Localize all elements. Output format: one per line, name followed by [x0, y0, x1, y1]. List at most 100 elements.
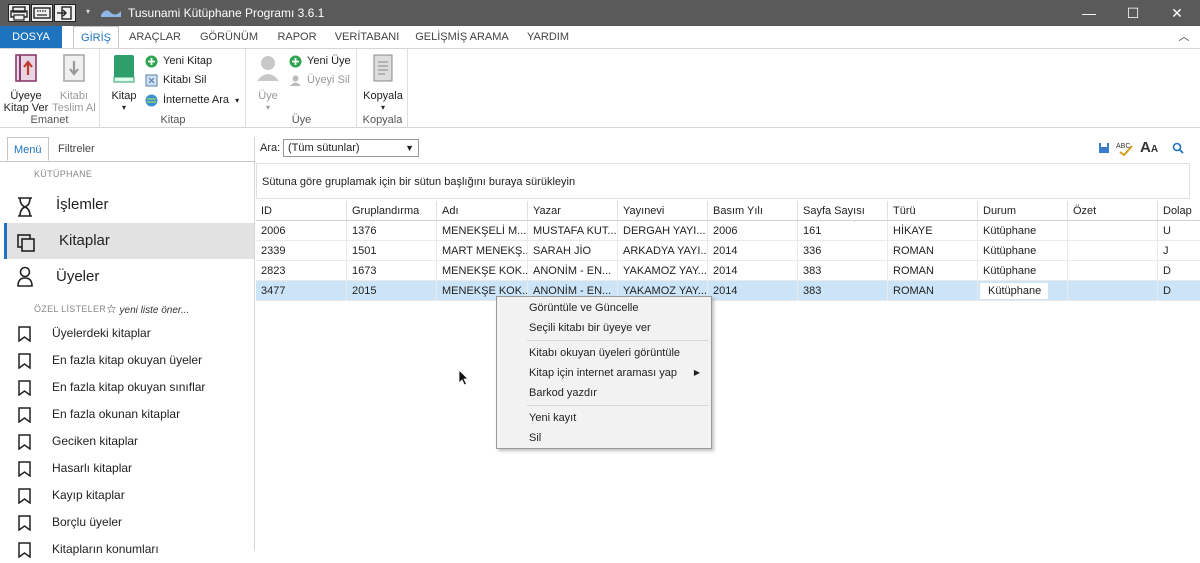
cell-yazar: ANONİM - EN...: [528, 261, 618, 281]
table-row-selected[interactable]: 3477 2015 MENEKŞE KOK... ANONİM - EN... …: [256, 281, 1200, 301]
grid-toolbar: Ara: (Tüm sütunlar) ▼ ABC AA: [256, 137, 1200, 161]
save-icon[interactable]: [1098, 142, 1110, 157]
search-icon[interactable]: [1172, 142, 1184, 157]
internet-search-label: İnternette Ara: [163, 94, 230, 106]
cell-basim-yili: 2014: [708, 241, 798, 261]
tab-filters[interactable]: Filtreler: [52, 137, 101, 161]
table-row[interactable]: 2823 1673 MENEKŞE KOK... ANONİM - EN... …: [256, 261, 1200, 281]
menu-item-view-update[interactable]: Görüntüle ve Güncelle: [498, 298, 710, 318]
cell-durum[interactable]: Kütüphane: [978, 281, 1068, 301]
list-item-geciken-kitaplar[interactable]: Geciken kitaplar: [16, 428, 251, 455]
column-header-yayinevi[interactable]: Yayınevi: [618, 201, 708, 221]
bookmark-icon: [18, 434, 31, 450]
minimize-button[interactable]: —: [1066, 0, 1112, 26]
kitap-dropdown-icon: ▾: [121, 103, 126, 112]
tab-menu[interactable]: Menü: [7, 137, 49, 161]
books-grid: ID Gruplandırma Adı Yazar Yayınevi Basım…: [256, 201, 1200, 301]
column-header-ozet[interactable]: Özet: [1068, 201, 1158, 221]
table-row[interactable]: 2339 1501 MART MENEKŞ... SARAH JİO ARKAD…: [256, 241, 1200, 261]
exit-icon[interactable]: [54, 4, 76, 22]
column-header-sayfa-sayisi[interactable]: Sayfa Sayısı: [798, 201, 888, 221]
cell-id: 2339: [256, 241, 347, 261]
delete-book-button[interactable]: Kitabı Sil: [145, 71, 206, 89]
new-book-button[interactable]: Yeni Kitap: [145, 52, 212, 70]
new-book-label: Yeni Kitap: [163, 55, 213, 67]
column-header-dolap[interactable]: Dolap: [1158, 201, 1200, 221]
column-header-basim-yili[interactable]: Basım Yılı: [708, 201, 798, 221]
kitap-menu-label: Kitap: [111, 90, 137, 102]
tab-dosya[interactable]: DOSYA: [0, 26, 62, 48]
ribbon-collapse-button[interactable]: ︿: [1174, 26, 1194, 48]
menu-item-new-record[interactable]: Yeni kayıt: [498, 408, 710, 428]
tab-araclar[interactable]: ARAÇLAR: [124, 26, 186, 48]
cell-dolap: J: [1163, 245, 1169, 257]
list-item-en-fazla-okuyan-siniflar[interactable]: En fazla kitap okuyan sınıflar: [16, 374, 251, 401]
list-item-hasarli-kitaplar[interactable]: Hasarlı kitaplar: [16, 455, 251, 482]
cell-gruplandirma: 1673: [347, 261, 437, 281]
list-item-uyelerdeki-kitaplar[interactable]: Üyelerdeki kitaplar: [16, 320, 251, 347]
spellcheck-icon[interactable]: ABC: [1116, 140, 1134, 159]
return-book-icon: [63, 54, 85, 82]
bookmark-icon: [18, 380, 31, 396]
title-bar: ▾ Tusunami Kütüphane Programı 3.6.1 — ☐ …: [0, 0, 1200, 26]
tab-giris[interactable]: GİRİŞ: [73, 26, 119, 48]
cell-yayinevi: ARKADYA YAYI...: [618, 241, 708, 261]
cell-ozet: [1068, 261, 1158, 281]
list-item-label: Borçlu üyeler: [52, 515, 123, 529]
copy-button[interactable]: Kopyala ▾: [362, 53, 404, 114]
kitap-menu-button[interactable]: Kitap ▾: [107, 53, 141, 114]
column-header-yazar[interactable]: Yazar: [528, 201, 618, 221]
menu-item-delete[interactable]: Sil: [498, 428, 710, 448]
list-item-label: Geciken kitaplar: [52, 434, 139, 448]
keyboard-icon[interactable]: [31, 4, 53, 22]
column-header-adi[interactable]: Adı: [437, 201, 528, 221]
tab-gorunum[interactable]: GÖRÜNÜM: [194, 26, 264, 48]
menu-item-give-to-member[interactable]: Seçili kitabı bir üyeye ver: [498, 318, 710, 338]
window-title: Tusunami Kütüphane Programı 3.6.1: [128, 6, 325, 20]
close-button[interactable]: ✕: [1154, 0, 1200, 26]
cell-yayinevi: DERGAH YAYI...: [618, 221, 708, 241]
suggest-list-link[interactable]: ☆ yeni liste öner...: [106, 302, 189, 316]
quick-access-dropdown-icon[interactable]: ▾: [86, 7, 90, 16]
cell-yayinevi: YAKAMOZ YAY...: [618, 261, 708, 281]
tab-veritabani[interactable]: VERİTABANI: [330, 26, 404, 48]
list-item-kayip-kitaplar[interactable]: Kayıp kitaplar: [16, 482, 251, 509]
column-header-id[interactable]: ID: [256, 201, 347, 221]
nav-item-islemler[interactable]: İşlemler: [4, 187, 254, 223]
column-header-durum[interactable]: Durum: [978, 201, 1068, 221]
print-icon[interactable]: [8, 4, 30, 22]
uye-menu-button[interactable]: Üye ▾: [251, 53, 285, 114]
tab-yardim[interactable]: YARDIM: [520, 26, 576, 48]
list-item-en-fazla-okuyan-uyeler[interactable]: En fazla kitap okuyan üyeler: [16, 347, 251, 374]
column-header-gruplandirma[interactable]: Gruplandırma: [347, 201, 437, 221]
give-book-button[interactable]: Üyeye Kitap Ver: [2, 53, 50, 114]
give-book-icon: [15, 54, 37, 82]
bookmark-icon: [18, 407, 31, 423]
cell-basim-yili: 2014: [708, 281, 798, 301]
column-header-turu[interactable]: Türü: [888, 201, 978, 221]
list-item-label: Üyelerdeki kitaplar: [52, 326, 151, 340]
delete-member-button[interactable]: Üyeyi Sil: [289, 71, 350, 89]
group-by-panel[interactable]: Sütuna göre gruplamak için bir sütun baş…: [256, 163, 1190, 199]
font-size-icon[interactable]: AA: [1140, 139, 1158, 156]
copy-dropdown-icon: ▾: [380, 103, 385, 112]
cell-id: 2006: [256, 221, 347, 241]
menu-item-view-readers[interactable]: Kitabı okuyan üyeleri görüntüle: [498, 343, 710, 363]
return-book-button[interactable]: Kitabı Teslim Al: [50, 53, 98, 114]
list-item-en-fazla-okunan-kitaplar[interactable]: En fazla okunan kitaplar: [16, 401, 251, 428]
menu-item-internet-search[interactable]: Kitap için internet araması yap ▶: [498, 363, 710, 383]
menu-item-print-barcode[interactable]: Barkod yazdır: [498, 383, 710, 403]
nav-item-uyeler[interactable]: Üyeler: [4, 259, 254, 295]
tab-gelismis-arama[interactable]: GELİŞMİŞ ARAMA: [412, 26, 512, 48]
table-row[interactable]: 2006 1376 MENEKŞELİ M... MUSTAFA KUT... …: [256, 221, 1200, 241]
list-item-borclu-uyeler[interactable]: Borçlu üyeler: [16, 509, 251, 536]
new-member-button[interactable]: Yeni Üye: [289, 52, 351, 70]
nav-item-kitaplar[interactable]: Kitaplar: [4, 223, 254, 259]
cell-durum: Kütüphane: [978, 221, 1068, 241]
search-column-select[interactable]: (Tüm sütunlar) ▼: [283, 139, 419, 157]
nav-item-islemler-label: İşlemler: [56, 196, 109, 213]
tab-rapor[interactable]: RAPOR: [272, 26, 322, 48]
maximize-button[interactable]: ☐: [1110, 0, 1156, 26]
bookmark-icon: [18, 353, 31, 369]
internet-search-button[interactable]: İnternette Ara ▾: [145, 91, 239, 109]
